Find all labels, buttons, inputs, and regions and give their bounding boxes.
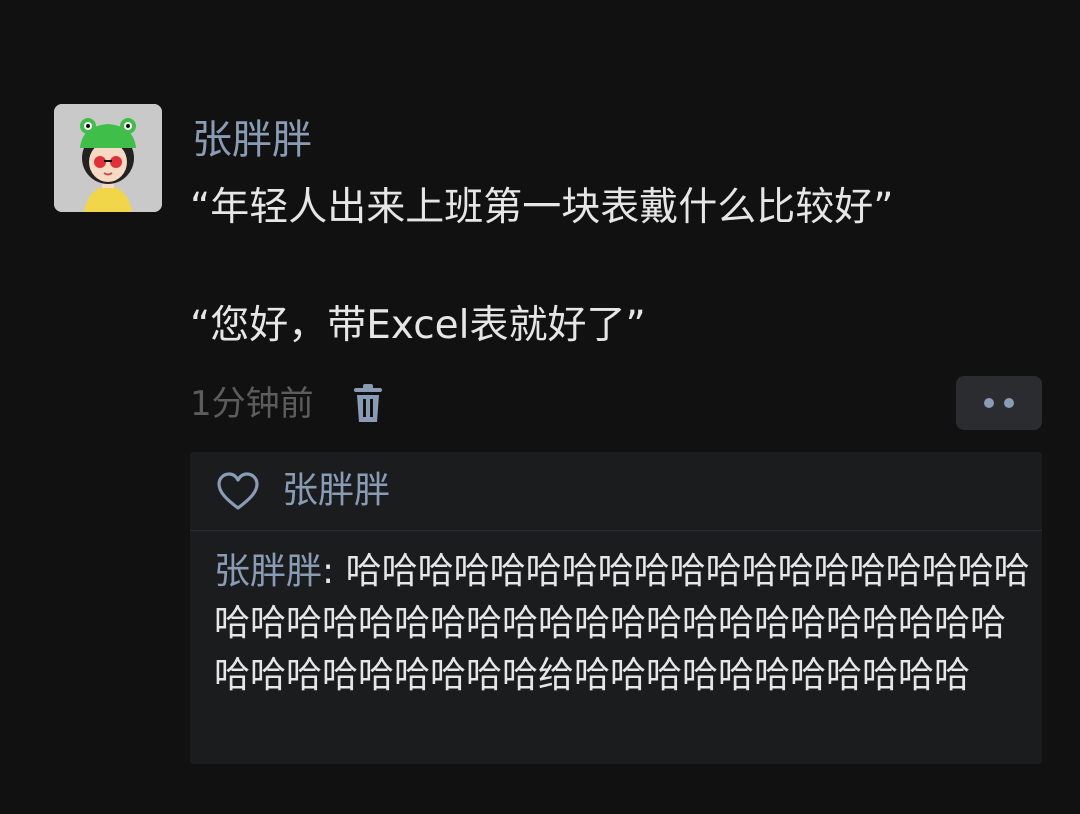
comment-separator: : — [322, 551, 346, 592]
heart-icon[interactable] — [216, 472, 260, 512]
dot-2 — [1004, 398, 1014, 408]
avatar[interactable] — [54, 104, 162, 212]
post-content-line-1: “年轻人出来上班第一块表戴什么比较好” — [190, 185, 894, 230]
post-timestamp: 1分钟前 — [190, 384, 314, 424]
post-author-name[interactable]: 张胖胖 — [192, 114, 312, 166]
liker-name[interactable]: 张胖胖 — [282, 466, 390, 516]
dot-1 — [984, 398, 994, 408]
post-content-line-2: “您好，带Excel表就好了” — [190, 303, 646, 348]
comment-author[interactable]: 张胖胖 — [214, 551, 322, 592]
more-dots-icon[interactable] — [956, 376, 1042, 430]
comment-item[interactable]: 张胖胖: 哈哈哈哈哈哈哈哈哈哈哈哈哈哈哈哈哈哈哈哈哈哈哈哈哈哈哈哈哈哈哈哈哈哈哈… — [214, 546, 1030, 702]
likes-row: 张胖胖 — [190, 452, 1042, 531]
avatar-image — [54, 104, 162, 212]
moments-post: 张胖胖 “年轻人出来上班第一块表戴什么比较好” “您好，带Excel表就好了” … — [0, 0, 1080, 814]
interaction-panel: 张胖胖 张胖胖: 哈哈哈哈哈哈哈哈哈哈哈哈哈哈哈哈哈哈哈哈哈哈哈哈哈哈哈哈哈哈哈… — [190, 452, 1042, 764]
trash-icon[interactable] — [350, 384, 386, 424]
